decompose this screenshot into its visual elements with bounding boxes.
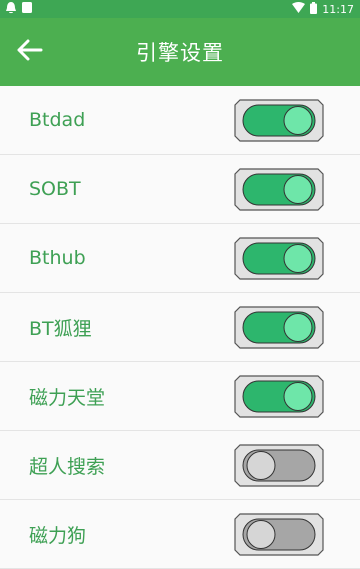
back-arrow-icon: [17, 39, 43, 65]
engine-toggle-switch[interactable]: [234, 167, 324, 211]
battery-icon: [310, 1, 318, 17]
engine-label: 超人搜索: [29, 455, 106, 478]
engine-label: SOBT: [29, 178, 81, 200]
engine-label: BT狐狸: [29, 317, 92, 340]
engine-label: 磁力天堂: [29, 386, 106, 409]
engine-label: Bthub: [29, 247, 86, 269]
engine-row: 磁力狗: [0, 500, 360, 569]
engine-row: 超人搜索: [0, 431, 360, 500]
wifi-icon: [292, 2, 306, 16]
page-title: 引擎设置: [136, 41, 224, 65]
engine-toggle-switch[interactable]: [234, 98, 324, 142]
engine-toggle-switch[interactable]: [234, 512, 324, 556]
engine-list: Btdad SOBT Bthub BT狐狸磁力天堂超人搜索磁力狗: [0, 86, 360, 569]
engine-row: BT狐狸: [0, 293, 360, 362]
engine-label: 磁力狗: [29, 524, 87, 547]
back-button[interactable]: [16, 39, 44, 65]
sim-icon: [22, 2, 32, 16]
engine-toggle-switch[interactable]: [234, 374, 324, 418]
engine-toggle-switch[interactable]: [234, 236, 324, 280]
engine-toggle-switch[interactable]: [234, 443, 324, 487]
engine-row: 磁力天堂: [0, 362, 360, 431]
engine-row: SOBT: [0, 155, 360, 224]
status-bar: 11:17: [0, 0, 360, 18]
status-time: 11:17: [322, 2, 354, 16]
engine-toggle-switch[interactable]: [234, 305, 324, 349]
notification-icon: [6, 1, 16, 17]
engine-label: Btdad: [29, 109, 86, 131]
engine-row: Btdad: [0, 86, 360, 155]
app-bar: 引擎设置: [0, 18, 360, 86]
engine-row: Bthub: [0, 224, 360, 293]
